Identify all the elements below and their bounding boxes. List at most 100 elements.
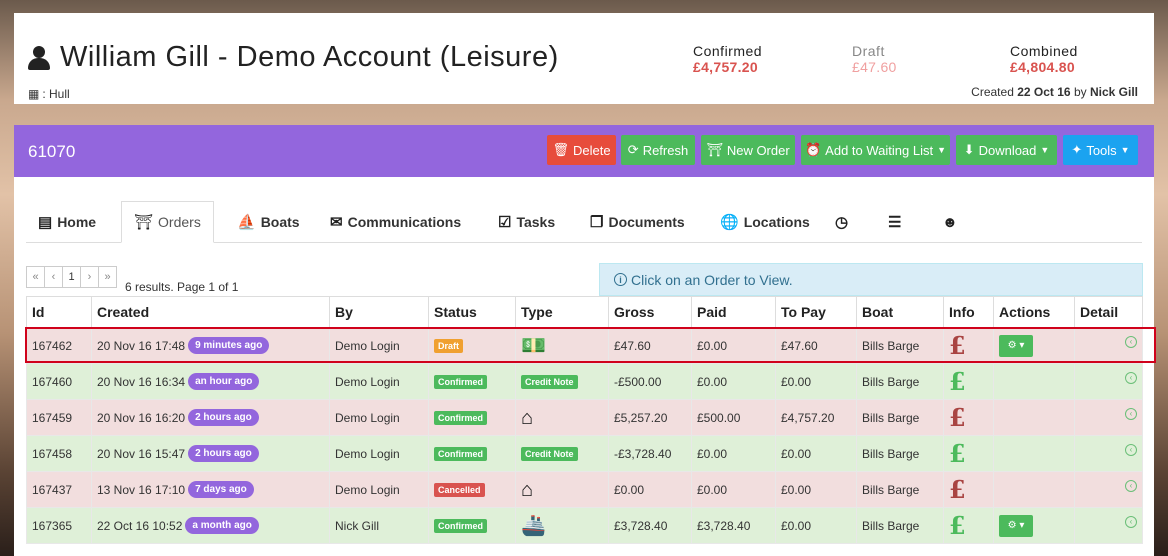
table-row[interactable]: 167365 22 Oct 16 10:52 a month ago Nick G…: [26, 507, 1143, 544]
tab-ideas[interactable]: ☻: [930, 201, 970, 243]
type-badge: Credit Note: [521, 375, 578, 389]
boat-name: Bills Barge: [856, 363, 944, 400]
boat-name: Bills Barge: [856, 507, 944, 544]
add-to-waiting-list-button[interactable]: ⏰ Add to Waiting List ▼: [801, 135, 950, 165]
to-pay-value: £0.00: [775, 507, 857, 544]
col-by[interactable]: By: [329, 296, 429, 328]
page-first[interactable]: «: [26, 266, 45, 288]
pagination: « ‹ 1 › »: [26, 266, 117, 288]
confirmed-value: £4,757.20: [693, 59, 758, 75]
paid-value: £0.00: [691, 327, 776, 364]
created-by: Demo Login: [329, 327, 429, 364]
tab-documents[interactable]: ❐ Documents: [578, 201, 697, 243]
layers-icon: ☰: [888, 214, 902, 231]
order-reference: 61070: [28, 142, 76, 161]
caret-down-icon: ▼: [1120, 145, 1130, 155]
col-actions: Actions: [993, 296, 1075, 328]
time-ago-badge: an hour ago: [188, 373, 260, 390]
new-order-button[interactable]: ⛩ New Order: [701, 135, 795, 165]
id-card-icon: ▤: [38, 214, 53, 231]
gross-value: £3,728.40: [608, 507, 692, 544]
table-row[interactable]: 167462 20 Nov 16 17:48 9 minutes ago Demo…: [26, 327, 1143, 364]
tools-button[interactable]: ✦ Tools ▼: [1063, 135, 1138, 165]
tab-orders[interactable]: ⛩ Orders: [121, 201, 214, 243]
created-by: Nick Gill: [329, 507, 429, 544]
comments-icon: ✉: [330, 214, 343, 231]
home-icon: ⌂: [521, 406, 534, 429]
status-badge: Confirmed: [434, 411, 487, 425]
account-header: William Gill - Demo Account (Leisure) ▦ …: [14, 13, 1154, 104]
clock-icon: ◷: [835, 214, 849, 231]
expand-detail-icon[interactable]: ‹: [1125, 443, 1137, 456]
table-row[interactable]: 167437 13 Nov 16 17:10 7 days ago Demo Lo…: [26, 471, 1143, 508]
basket-icon: ⛩: [706, 142, 723, 157]
tab-locations[interactable]: 🌐 Locations: [708, 201, 822, 243]
col-paid[interactable]: Paid: [691, 296, 776, 328]
col-id[interactable]: Id: [26, 296, 92, 328]
confirmed-label: Confirmed: [693, 43, 763, 59]
location-text: : Hull: [42, 87, 70, 101]
created-date: 20 Nov 16 17:48: [97, 338, 186, 353]
pound-icon: £: [949, 366, 966, 396]
summary-confirmed: Confirmed £4,757.20: [693, 43, 762, 75]
tab-bar: ▤ Home ⛩ Orders ⛵ Boats ✉ Communications…: [26, 201, 1142, 243]
tab-layers[interactable]: ☰: [876, 201, 913, 243]
delete-button[interactable]: 🗑 Delete: [547, 135, 616, 165]
home-icon: ⌂: [521, 478, 534, 501]
actions-menu-button[interactable]: ⚙ ▾: [999, 334, 1033, 357]
account-title-text: William Gill - Demo Account (Leisure): [60, 41, 559, 73]
head-icon: ☻: [942, 213, 958, 231]
info-icon: i: [614, 273, 627, 286]
col-status[interactable]: Status: [428, 296, 516, 328]
created-by: Demo Login: [329, 435, 429, 472]
time-ago-badge: 9 minutes ago: [188, 337, 270, 354]
paid-value: £0.00: [691, 363, 776, 400]
col-boat[interactable]: Boat: [856, 296, 944, 328]
col-gross[interactable]: Gross: [608, 296, 692, 328]
table-row[interactable]: 167459 20 Nov 16 16:20 2 hours ago Demo L…: [26, 399, 1143, 436]
expand-detail-icon[interactable]: ‹: [1125, 515, 1137, 528]
expand-detail-icon[interactable]: ‹: [1125, 479, 1137, 492]
col-created[interactable]: Created: [91, 296, 330, 328]
order-id: 167458: [26, 435, 92, 472]
money-icon: 💵: [521, 334, 546, 357]
expand-detail-icon[interactable]: ‹: [1125, 335, 1137, 348]
tab-home[interactable]: ▤ Home: [26, 201, 108, 243]
alarm-clock-icon: ⏰: [804, 142, 822, 157]
account-location: ▦ : Hull: [28, 87, 70, 101]
page-current[interactable]: 1: [62, 266, 81, 288]
draft-label: Draft: [852, 43, 885, 59]
expand-detail-icon[interactable]: ‹: [1125, 371, 1137, 384]
download-button[interactable]: ⬇ Download ▼: [956, 135, 1057, 165]
table-row[interactable]: 167458 20 Nov 16 15:47 2 hours ago Demo L…: [26, 435, 1143, 472]
table-row[interactable]: 167460 20 Nov 16 16:34 an hour ago Demo L…: [26, 363, 1143, 400]
tab-communications[interactable]: ✉ Communications: [318, 201, 473, 243]
boat-name: Bills Barge: [856, 435, 944, 472]
caret-down-icon: ▼: [1040, 145, 1050, 155]
refresh-button[interactable]: ⟳ Refresh: [621, 135, 695, 165]
col-type[interactable]: Type: [515, 296, 609, 328]
sailboat-icon: ⛵: [237, 214, 256, 231]
status-badge: Confirmed: [434, 447, 487, 461]
expand-detail-icon[interactable]: ‹: [1125, 407, 1137, 420]
pound-icon: £: [949, 402, 966, 432]
created-date: 13 Nov 16 17:10: [97, 482, 186, 497]
col-to-pay[interactable]: To Pay: [775, 296, 857, 328]
summary-combined: Combined £4,804.80: [1010, 43, 1078, 75]
page-last[interactable]: »: [98, 266, 117, 288]
boat-name: Bills Barge: [856, 327, 944, 364]
tab-boats[interactable]: ⛵ Boats: [225, 201, 312, 243]
status-badge: Cancelled: [434, 483, 485, 497]
actions-menu-button[interactable]: ⚙ ▾: [999, 514, 1033, 537]
page-next[interactable]: ›: [80, 266, 99, 288]
ship-icon: 🚢: [521, 514, 546, 537]
page-prev[interactable]: ‹: [44, 266, 63, 288]
combined-value: £4,804.80: [1010, 59, 1075, 75]
order-id: 167459: [26, 399, 92, 436]
time-ago-badge: 2 hours ago: [188, 409, 259, 426]
caret-down-icon: ▼: [937, 145, 946, 155]
tab-tasks[interactable]: ☑ Tasks: [486, 201, 567, 243]
tab-history[interactable]: ◷: [823, 201, 860, 243]
type-badge: Credit Note: [521, 447, 578, 461]
panel-header: 61070 🗑 Delete ⟳ Refresh ⛩ New Order ⏰ A…: [14, 125, 1154, 177]
